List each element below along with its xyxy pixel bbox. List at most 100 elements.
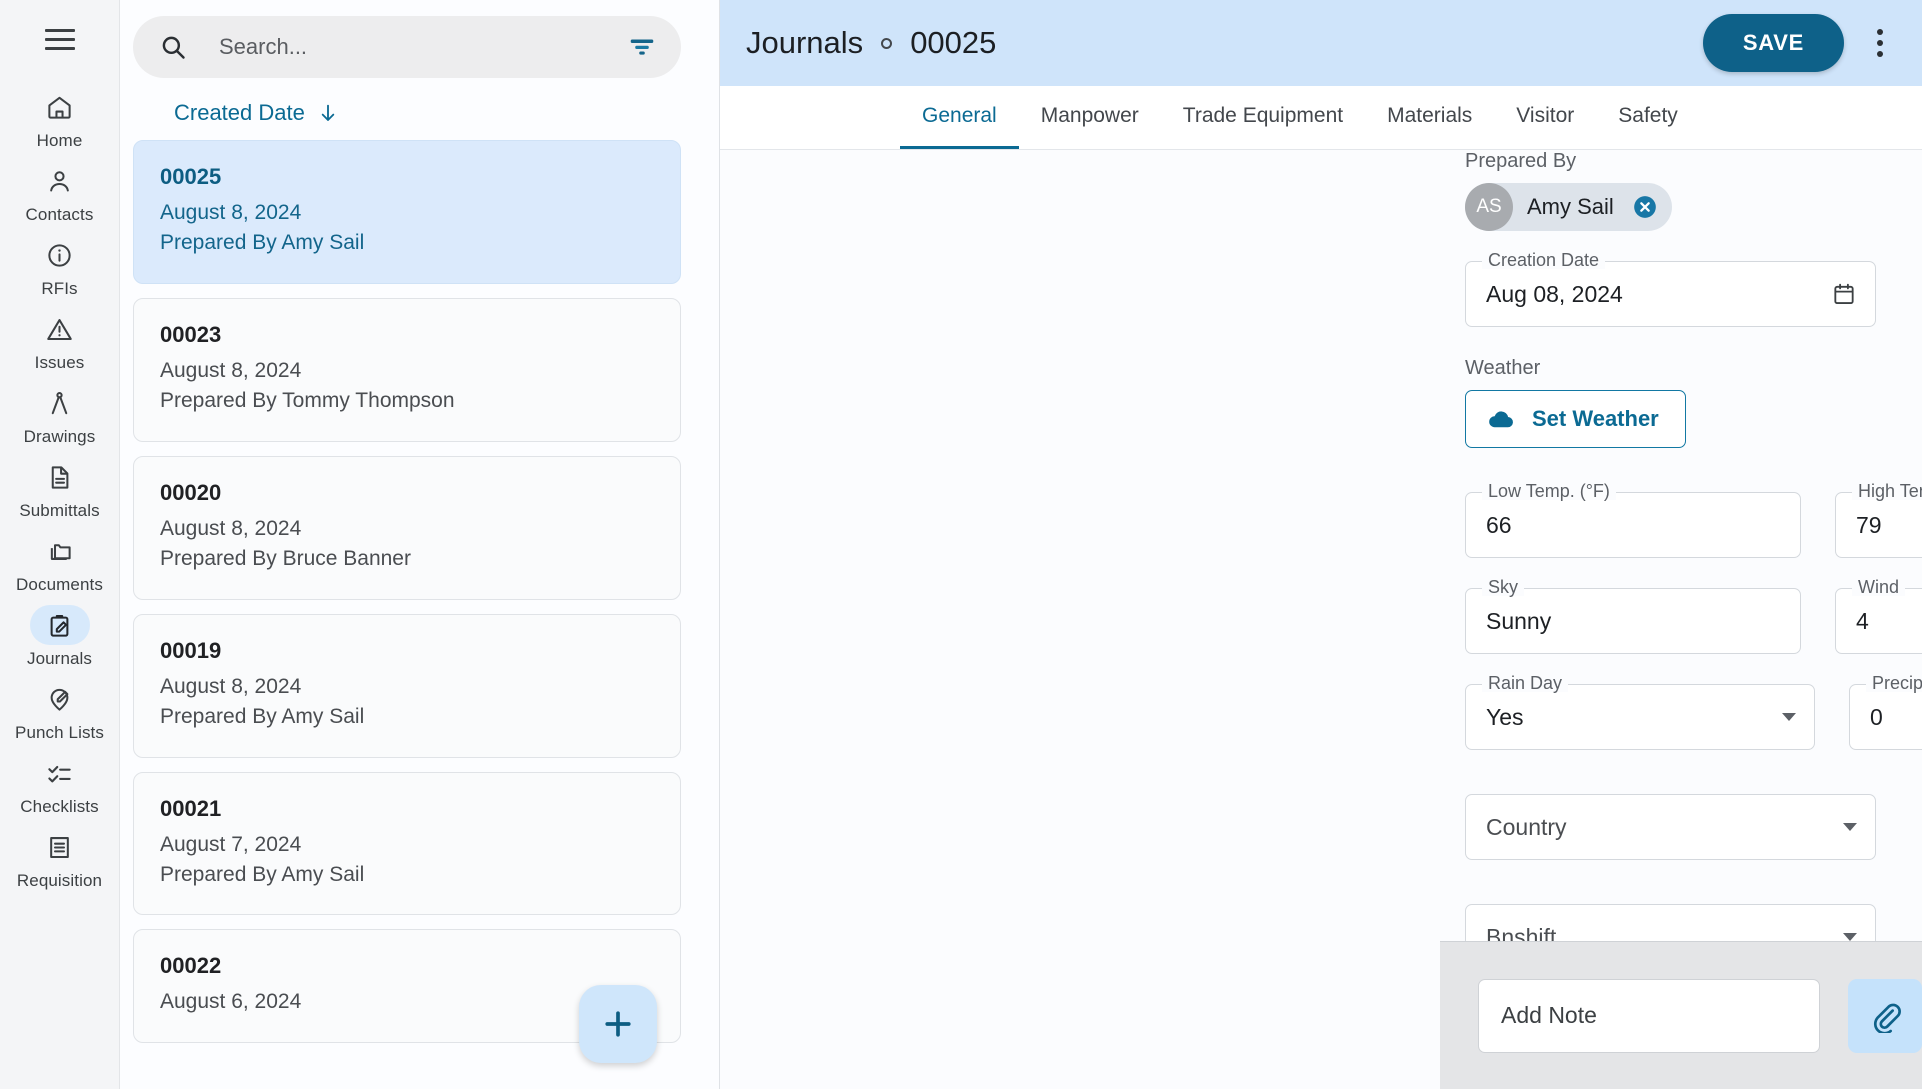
add-note-input[interactable] bbox=[1478, 978, 1820, 1053]
high-temp-label: High Temp. (°F) bbox=[1852, 482, 1922, 500]
general-form: Prepared By AS Amy Sail Creation Date We… bbox=[1465, 150, 1922, 970]
add-note-bar bbox=[1440, 941, 1922, 1089]
journal-card-list: 00025 August 8, 2024 Prepared By Amy Sai… bbox=[120, 140, 719, 1043]
breadcrumb-current: 00025 bbox=[910, 25, 997, 60]
sidebar-item-drawings[interactable]: Drawings bbox=[0, 378, 119, 452]
sidebar-item-checklists[interactable]: Checklists bbox=[0, 748, 119, 822]
info-circle-icon bbox=[30, 235, 90, 275]
journal-card-date: August 8, 2024 bbox=[160, 358, 302, 382]
detail-header: Journals 00025 SAVE bbox=[720, 0, 1922, 86]
arrow-down-icon bbox=[321, 104, 335, 121]
sidebar-item-label: Drawings bbox=[23, 427, 96, 446]
wind-input[interactable] bbox=[1856, 607, 1922, 635]
high-temp-input[interactable] bbox=[1856, 511, 1922, 539]
hamburger-menu-icon[interactable] bbox=[32, 16, 88, 62]
attach-file-button[interactable] bbox=[1848, 978, 1922, 1053]
journal-card-prepared-by: Prepared By Amy Sail bbox=[160, 705, 365, 729]
tab-visitor[interactable]: Visitor bbox=[1494, 86, 1596, 149]
paperclip-icon bbox=[1874, 1003, 1901, 1033]
high-temp-field[interactable]: High Temp. (°F) bbox=[1835, 482, 1922, 558]
journal-card[interactable]: 00019 August 8, 2024 Prepared By Amy Sai… bbox=[133, 613, 681, 758]
sidebar-item-rfis[interactable]: RFIs bbox=[0, 230, 119, 304]
home-icon bbox=[30, 87, 90, 127]
sidebar-item-documents[interactable]: Documents bbox=[0, 526, 119, 600]
sidebar-item-label: Journals bbox=[26, 649, 93, 668]
creation-date-input[interactable] bbox=[1486, 280, 1831, 308]
low-temp-input[interactable] bbox=[1486, 511, 1782, 539]
sort-control[interactable]: Created Date bbox=[120, 78, 339, 140]
close-circle-icon[interactable] bbox=[1632, 194, 1658, 220]
temp-row: Low Temp. (°F) High Temp. (°F) bbox=[1465, 482, 1922, 558]
low-temp-field[interactable]: Low Temp. (°F) bbox=[1465, 482, 1801, 558]
search-bar[interactable] bbox=[133, 16, 681, 78]
journal-card-prepared-by: Prepared By Bruce Banner bbox=[160, 547, 411, 571]
tab-general[interactable]: General bbox=[900, 86, 1019, 149]
journal-card-date: August 7, 2024 bbox=[160, 832, 302, 856]
set-weather-label: Set Weather bbox=[1532, 406, 1659, 431]
save-button[interactable]: SAVE bbox=[1702, 14, 1844, 72]
journal-card-prepared-by: Prepared By Amy Sail bbox=[160, 862, 365, 886]
tab-manpower[interactable]: Manpower bbox=[1019, 86, 1161, 149]
sidebar-item-journals[interactable]: Journals bbox=[0, 600, 119, 674]
sky-input[interactable] bbox=[1486, 607, 1782, 635]
prepared-by-chip[interactable]: AS Amy Sail bbox=[1465, 183, 1672, 231]
folders-icon bbox=[30, 531, 90, 571]
precipitation-field[interactable]: Precipitation bbox=[1849, 674, 1922, 750]
app-root: Home Contacts RFIs Issues Drawings Submi… bbox=[0, 0, 1922, 1089]
rain-precip-row: Rain Day Precipitation bbox=[1465, 674, 1922, 750]
journal-card[interactable]: 00025 August 8, 2024 Prepared By Amy Sai… bbox=[133, 140, 681, 284]
set-weather-button[interactable]: Set Weather bbox=[1465, 390, 1686, 448]
creation-date-field[interactable]: Creation Date bbox=[1465, 251, 1876, 327]
plus-icon bbox=[605, 1011, 631, 1037]
sidebar-item-label: Documents bbox=[16, 575, 103, 594]
precipitation-input[interactable] bbox=[1870, 703, 1922, 731]
tab-trade-equipment[interactable]: Trade Equipment bbox=[1161, 86, 1365, 149]
chevron-down-icon[interactable] bbox=[1843, 823, 1857, 831]
wind-field[interactable]: Wind bbox=[1835, 578, 1922, 654]
journal-card-id: 00019 bbox=[160, 637, 222, 663]
sidebar-item-submittals[interactable]: Submittals bbox=[0, 452, 119, 526]
clipboard-pencil-icon bbox=[29, 605, 90, 645]
person-icon bbox=[30, 161, 90, 201]
sidebar-item-label: Issues bbox=[34, 353, 85, 372]
rain-day-value[interactable] bbox=[1486, 703, 1782, 731]
country-select[interactable] bbox=[1465, 794, 1876, 860]
search-input[interactable] bbox=[187, 34, 627, 60]
wind-label: Wind bbox=[1852, 578, 1906, 596]
detail-tabs: General Manpower Trade Equipment Materia… bbox=[720, 86, 1922, 150]
tab-materials[interactable]: Materials bbox=[1365, 86, 1494, 149]
avatar: AS bbox=[1465, 183, 1513, 231]
journal-card-prepared-by: Prepared By Tommy Thompson bbox=[160, 389, 455, 413]
add-journal-button[interactable] bbox=[579, 985, 657, 1063]
calendar-icon[interactable] bbox=[1831, 281, 1857, 307]
sidebar-item-label: Contacts bbox=[25, 205, 94, 224]
sky-label: Sky bbox=[1482, 578, 1525, 596]
sidebar-item-label: Checklists bbox=[20, 797, 99, 816]
checklist-icon bbox=[30, 753, 90, 793]
sidebar-item-home[interactable]: Home bbox=[0, 82, 119, 156]
breadcrumb-root[interactable]: Journals bbox=[746, 25, 863, 61]
journal-detail-pane: Journals 00025 SAVE General Manpower Tra… bbox=[720, 0, 1922, 1089]
chevron-down-icon[interactable] bbox=[1782, 713, 1796, 721]
sidebar-item-requisition[interactable]: Requisition bbox=[0, 822, 119, 896]
compass-icon bbox=[30, 383, 90, 423]
receipt-icon bbox=[30, 827, 90, 867]
sort-label: Created Date bbox=[174, 100, 305, 125]
journal-card-id: 00025 bbox=[160, 164, 222, 189]
more-vertical-icon[interactable] bbox=[1858, 14, 1902, 72]
journal-card[interactable]: 00020 August 8, 2024 Prepared By Bruce B… bbox=[133, 455, 681, 600]
weather-label: Weather bbox=[1465, 357, 1541, 379]
journal-card[interactable]: 00021 August 7, 2024 Prepared By Amy Sai… bbox=[133, 771, 681, 916]
tab-safety[interactable]: Safety bbox=[1596, 86, 1700, 149]
journal-card[interactable]: 00023 August 8, 2024 Prepared By Tommy T… bbox=[133, 297, 681, 442]
search-container bbox=[120, 0, 719, 78]
sidebar-item-punch-lists[interactable]: Punch Lists bbox=[0, 674, 119, 748]
country-input[interactable] bbox=[1486, 813, 1843, 841]
sidebar-item-issues[interactable]: Issues bbox=[0, 304, 119, 378]
document-icon bbox=[30, 457, 90, 497]
rain-day-select[interactable]: Rain Day bbox=[1465, 674, 1815, 750]
filter-funnel-icon[interactable] bbox=[627, 32, 657, 62]
chevron-down-icon[interactable] bbox=[1843, 933, 1857, 941]
sidebar-item-contacts[interactable]: Contacts bbox=[0, 156, 119, 230]
sky-field[interactable]: Sky bbox=[1465, 578, 1801, 654]
